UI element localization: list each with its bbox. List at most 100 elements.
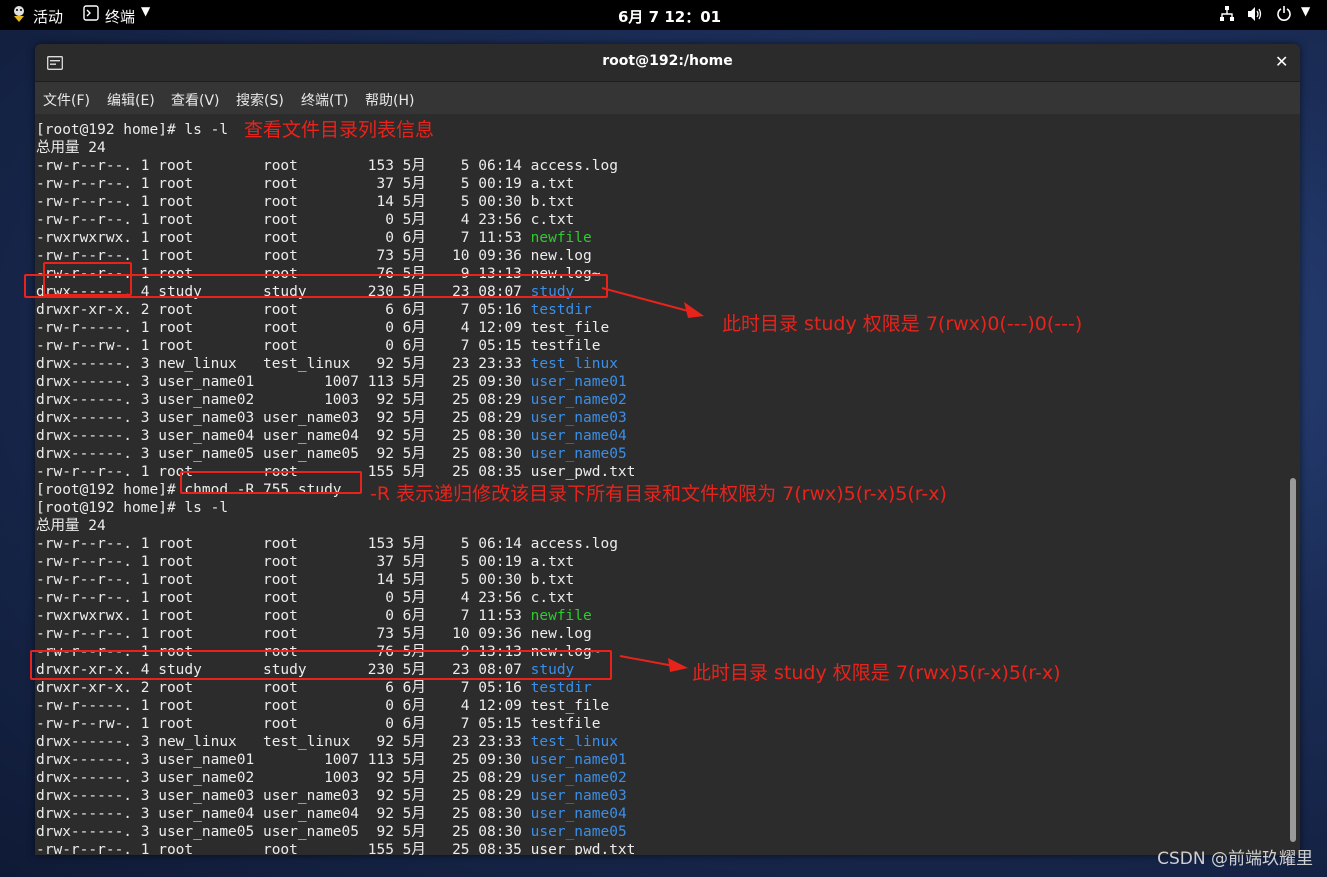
menu-view[interactable]: 查看(V) bbox=[171, 90, 220, 110]
menu-help[interactable]: 帮助(H) bbox=[365, 90, 414, 110]
window-titlebar[interactable]: root@192:/home ✕ bbox=[35, 44, 1300, 82]
app-menu-button[interactable]: 终端 bbox=[105, 6, 135, 27]
terminal-line: -rw-r--r--. 1 root root 0 5月 4 23:56 c.t… bbox=[36, 589, 635, 607]
file-name: newfile bbox=[530, 608, 592, 624]
annotation-list-info: 查看文件目录列表信息 bbox=[244, 119, 435, 141]
menu-terminal[interactable]: 终端(T) bbox=[301, 90, 348, 110]
terminal-line-text: -rw-r--r--. 1 root root 14 5月 5 00:30 b.… bbox=[36, 194, 575, 210]
terminal-line-text: 总用量 24 bbox=[36, 518, 106, 534]
scrollbar[interactable] bbox=[1290, 478, 1296, 842]
terminal-line-text: -rw-r--r--. 1 root root 0 5月 4 23:56 c.t… bbox=[36, 590, 575, 606]
close-icon[interactable]: ✕ bbox=[1275, 52, 1288, 71]
file-name: user_name05 bbox=[530, 446, 627, 462]
volume-icon[interactable] bbox=[1246, 5, 1264, 27]
power-icon[interactable] bbox=[1276, 5, 1292, 27]
terminal-line: -rw-r--r--. 1 root root 153 5月 5 06:14 a… bbox=[36, 157, 635, 175]
terminal-line-text: -rw-r--r--. 1 root root 14 5月 5 00:30 b.… bbox=[36, 572, 575, 588]
file-name: user_name03 bbox=[530, 788, 627, 804]
terminal-line-text: -rw-r--r--. 1 root root 155 5月 25 08:35 … bbox=[36, 842, 636, 855]
terminal-line: drwxr-xr-x. 2 root root 6 6月 7 05:16 tes… bbox=[36, 301, 635, 319]
menu-file[interactable]: 文件(F) bbox=[43, 90, 90, 110]
terminal-line: -rw-r--r--. 1 root root 14 5月 5 00:30 b.… bbox=[36, 193, 635, 211]
terminal-line: -rw-r-----. 1 root root 0 6月 4 12:09 tes… bbox=[36, 319, 635, 337]
terminal-line: drwx------. 3 new_linux test_linux 92 5月… bbox=[36, 355, 635, 373]
terminal-line-text: drwx------. 3 user_name01 1007 113 5月 25… bbox=[36, 752, 531, 768]
file-name: user_name04 bbox=[530, 806, 627, 822]
terminal-line: -rw-r--r--. 1 root root 14 5月 5 00:30 b.… bbox=[36, 571, 635, 589]
annotation-after: 此时目录 study 权限是 7(rwx)5(r-x)5(r-x) bbox=[692, 662, 1061, 684]
terminal-line-text: drwx------. 3 user_name04 user_name04 92… bbox=[36, 428, 531, 444]
file-name: user_name02 bbox=[530, 392, 627, 408]
terminal-line: drwx------. 3 new_linux test_linux 92 5月… bbox=[36, 733, 635, 751]
file-name: test_linux bbox=[530, 356, 618, 372]
terminal-line: drwx------. 3 user_name05 user_name05 92… bbox=[36, 445, 635, 463]
terminal-line-text: -rw-r--r--. 1 root root 153 5月 5 06:14 a… bbox=[36, 536, 618, 552]
annotation-chmod: -R 表示递归修改该目录下所有目录和文件权限为 7(rwx)5(r-x)5(r-… bbox=[370, 483, 947, 505]
terminal-line: drwx------. 3 user_name04 user_name04 92… bbox=[36, 427, 635, 445]
terminal-line: -rw-r--r--. 1 root root 37 5月 5 00:19 a.… bbox=[36, 553, 635, 571]
network-icon[interactable] bbox=[1219, 5, 1235, 27]
file-name: user_name02 bbox=[530, 770, 627, 786]
window-title: root@192:/home bbox=[602, 53, 733, 69]
terminal-line-text: drwx------. 3 user_name03 user_name03 92… bbox=[36, 410, 531, 426]
file-name: user_name04 bbox=[530, 428, 627, 444]
file-name: user_name01 bbox=[530, 374, 627, 390]
terminal-line: drwx------. 3 user_name01 1007 113 5月 25… bbox=[36, 751, 635, 769]
terminal-line: -rwxrwxrwx. 1 root root 0 6月 7 11:53 new… bbox=[36, 229, 635, 247]
chevron-down-icon[interactable]: ▼ bbox=[141, 4, 150, 18]
file-name: newfile bbox=[530, 230, 592, 246]
menu-bar: 文件(F) 编辑(E) 查看(V) 搜索(S) 终端(T) 帮助(H) bbox=[35, 82, 1300, 114]
terminal-line-text: drwxr-xr-x. 2 root root 6 6月 7 05:16 bbox=[36, 680, 531, 696]
terminal-line-text: [root@192 home]# ls -l bbox=[36, 500, 229, 516]
terminal-line: -rw-r--r--. 1 root root 0 5月 4 23:56 c.t… bbox=[36, 211, 635, 229]
terminal-line-text: -rw-r--r--. 1 root root 73 5月 10 09:36 n… bbox=[36, 626, 592, 642]
terminal-line: drwx------. 3 user_name01 1007 113 5月 25… bbox=[36, 373, 635, 391]
activities-button[interactable]: 活动 bbox=[33, 6, 63, 27]
file-name: testdir bbox=[530, 302, 592, 318]
terminal-line-text: drwxr-xr-x. 2 root root 6 6月 7 05:16 bbox=[36, 302, 531, 318]
terminal-line-text: -rw-r--r--. 1 root root 37 5月 5 00:19 a.… bbox=[36, 176, 575, 192]
highlight-box-permission bbox=[43, 262, 132, 296]
terminal-line-text: drwx------. 3 new_linux test_linux 92 5月… bbox=[36, 734, 531, 750]
file-name: test_linux bbox=[530, 734, 618, 750]
terminal-line-text: -rw-r--rw-. 1 root root 0 6月 7 05:15 tes… bbox=[36, 338, 601, 354]
annotation-before: 此时目录 study 权限是 7(rwx)0(---)0(---) bbox=[722, 313, 1083, 335]
terminal-line: -rw-r--r--. 1 root root 37 5月 5 00:19 a.… bbox=[36, 175, 635, 193]
terminal-line-text: drwx------. 3 user_name05 user_name05 92… bbox=[36, 824, 531, 840]
terminal-line: drwx------. 3 user_name03 user_name03 92… bbox=[36, 787, 635, 805]
terminal-line-text: drwx------. 3 user_name03 user_name03 92… bbox=[36, 788, 531, 804]
terminal-line-text: drwx------. 3 new_linux test_linux 92 5月… bbox=[36, 356, 531, 372]
terminal-line-text: drwx------. 3 user_name05 user_name05 92… bbox=[36, 446, 531, 462]
terminal-line: 总用量 24 bbox=[36, 517, 635, 535]
terminal-app-icon bbox=[83, 5, 99, 25]
menu-search[interactable]: 搜索(S) bbox=[236, 90, 284, 110]
terminal-line: drwxr-xr-x. 2 root root 6 6月 7 05:16 tes… bbox=[36, 679, 635, 697]
terminal-line-text: drwx------. 3 user_name02 1003 92 5月 25 … bbox=[36, 392, 531, 408]
arrow-icon bbox=[601, 287, 704, 318]
terminal-line-text: 总用量 24 bbox=[36, 140, 106, 156]
terminal-line-text: -rw-r--r--. 1 root root 153 5月 5 06:14 a… bbox=[36, 158, 618, 174]
file-name: testdir bbox=[530, 680, 592, 696]
terminal-line-text: -rwxrwxrwx. 1 root root 0 6月 7 11:53 bbox=[36, 608, 531, 624]
terminal-line: -rwxrwxrwx. 1 root root 0 6月 7 11:53 new… bbox=[36, 607, 635, 625]
terminal-line: -rw-r--r--. 1 root root 73 5月 10 09:36 n… bbox=[36, 625, 635, 643]
terminal-line-text: drwx------. 3 user_name01 1007 113 5月 25… bbox=[36, 374, 531, 390]
terminal-line-text: -rw-r--r--. 1 root root 37 5月 5 00:19 a.… bbox=[36, 554, 575, 570]
file-name: user_name03 bbox=[530, 410, 627, 426]
terminal-line-text: -rwxrwxrwx. 1 root root 0 6月 7 11:53 bbox=[36, 230, 531, 246]
clock[interactable]: 6月 7 12：01 bbox=[618, 6, 721, 27]
arrow-icon bbox=[619, 655, 688, 672]
terminal-line-text: drwx------. 3 user_name04 user_name04 92… bbox=[36, 806, 531, 822]
menu-edit[interactable]: 编辑(E) bbox=[107, 90, 155, 110]
top-bar: 活动 终端 ▼ 6月 7 12：01 ▼ bbox=[0, 0, 1327, 30]
terminal-line-text: [root@192 home]# ls -l bbox=[36, 122, 229, 138]
chevron-down-icon[interactable]: ▼ bbox=[1301, 4, 1310, 18]
file-name: user_name01 bbox=[530, 752, 627, 768]
terminal-line: -rw-r--r--. 1 root root 153 5月 5 06:14 a… bbox=[36, 535, 635, 553]
highlight-box-study-after bbox=[30, 650, 612, 680]
terminal-line-text: -rw-r-----. 1 root root 0 6月 4 12:09 tes… bbox=[36, 698, 610, 714]
terminal-line: -rw-r-----. 1 root root 0 6月 4 12:09 tes… bbox=[36, 697, 635, 715]
activities-icon[interactable] bbox=[11, 5, 27, 27]
terminal-window: root@192:/home ✕ 文件(F) 编辑(E) 查看(V) 搜索(S)… bbox=[35, 44, 1300, 855]
terminal-line: -rw-r--rw-. 1 root root 0 6月 7 05:15 tes… bbox=[36, 715, 635, 733]
